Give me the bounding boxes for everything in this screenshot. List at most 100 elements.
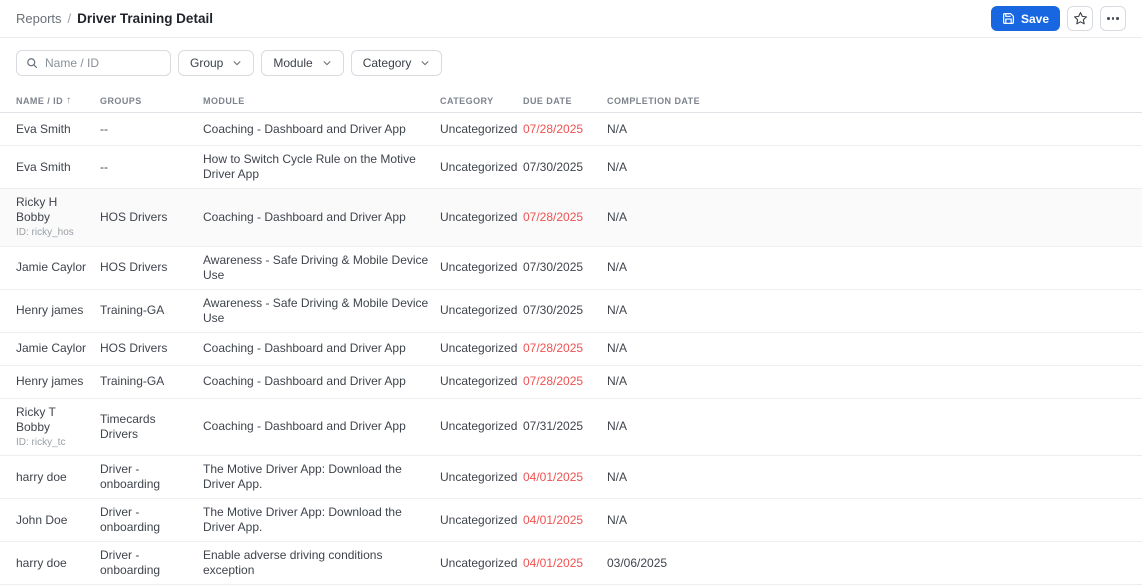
cell-due-date: 04/01/2025 — [523, 507, 607, 534]
save-button[interactable]: Save — [991, 6, 1060, 31]
column-header-label: NAME / ID — [16, 96, 63, 106]
table-row[interactable]: Jamie Caylor HOS DriversAwareness - Safe … — [0, 247, 1142, 290]
cell-name: Jamie Caylor — [16, 335, 100, 362]
cell-module: Coaching - Dashboard and Driver App — [203, 116, 440, 143]
driver-id: ID: ricky_tc — [16, 437, 92, 450]
table-body: Eva Smith--Coaching - Dashboard and Driv… — [0, 113, 1142, 586]
cell-module: The Motive Driver App: Download the Driv… — [203, 499, 440, 541]
column-header-label: CATEGORY — [440, 96, 494, 106]
cell-category: Uncategorized — [440, 368, 523, 395]
sort-ascending-icon[interactable]: ↑ — [66, 95, 71, 106]
cell-completion-date: N/A — [607, 154, 1126, 181]
column-header-due-date[interactable]: DUE DATE — [523, 96, 607, 106]
cell-completion-date: N/A — [607, 507, 1126, 534]
cell-groups: Driver - onboarding — [100, 542, 203, 584]
toolbar-actions: Save — [991, 6, 1126, 31]
column-header-label: COMPLETION DATE — [607, 96, 700, 106]
cell-completion-date: N/A — [607, 204, 1126, 231]
filter-bar: Group Module Category — [0, 38, 1142, 89]
top-bar: Reports / Driver Training Detail Save — [0, 0, 1142, 38]
favorite-star-button[interactable] — [1067, 6, 1093, 31]
table-row[interactable]: Eva Smith --Coaching - Dashboard and Driv… — [0, 113, 1142, 146]
cell-category: Uncategorized — [440, 413, 523, 440]
column-header-label: MODULE — [203, 96, 245, 106]
cell-groups: -- — [100, 116, 203, 143]
cell-module: Awareness - Safe Driving & Mobile Device… — [203, 247, 440, 289]
cell-category: Uncategorized — [440, 297, 523, 324]
breadcrumb-separator: / — [68, 11, 72, 26]
column-header-completion-date[interactable]: COMPLETION DATE — [607, 96, 1126, 106]
cell-due-date: 07/28/2025 — [523, 116, 607, 143]
chevron-down-icon — [322, 58, 332, 68]
cell-category: Uncategorized — [440, 464, 523, 491]
cell-module: Coaching - Dashboard and Driver App — [203, 204, 440, 231]
cell-name: Jamie Caylor — [16, 254, 100, 281]
cell-groups: HOS Drivers — [100, 204, 203, 231]
cell-completion-date: 03/06/2025 — [607, 550, 1126, 577]
cell-name: John Doe — [16, 507, 100, 534]
table-row[interactable]: Ricky T BobbyID: ricky_tcTimecards Drive… — [0, 399, 1142, 457]
cell-due-date: 04/01/2025 — [523, 464, 607, 491]
cell-due-date: 07/30/2025 — [523, 297, 607, 324]
driver-name: Henry james — [16, 374, 92, 389]
table-row[interactable]: Eva Smith--How to Switch Cycle Rule on t… — [0, 146, 1142, 189]
ellipsis-icon — [1107, 17, 1119, 20]
cell-module: Coaching - Dashboard and Driver App — [203, 368, 440, 395]
column-header-groups[interactable]: GROUPS — [100, 96, 203, 106]
cell-groups: HOS Drivers — [100, 335, 203, 362]
driver-name: Eva Smith — [16, 160, 92, 175]
cell-module: Coaching - Dashboard and Driver App — [203, 413, 440, 440]
star-icon — [1073, 11, 1088, 26]
cell-name: Henry james — [16, 368, 100, 395]
driver-name: Jamie Caylor — [16, 260, 92, 275]
search-icon — [26, 57, 38, 69]
table-row[interactable]: Ricky H BobbyID: ricky_hosHOS DriversCoa… — [0, 189, 1142, 247]
column-header-module[interactable]: MODULE — [203, 96, 440, 106]
table-row[interactable]: Jamie CaylorHOS DriversCoaching - Dashbo… — [0, 333, 1142, 366]
more-options-button[interactable] — [1100, 6, 1126, 31]
driver-name: Eva Smith — [16, 122, 92, 137]
cell-name: Ricky H BobbyID: ricky_hos — [16, 189, 100, 246]
table-row[interactable]: Henry jamesTraining-GACoaching - Dashboa… — [0, 366, 1142, 399]
cell-groups: -- — [100, 154, 203, 181]
driver-name: harry doe — [16, 470, 92, 485]
module-filter-label: Module — [273, 56, 312, 70]
cell-groups: HOS Drivers — [100, 254, 203, 281]
cell-name: Eva Smith — [16, 154, 100, 181]
module-filter-dropdown[interactable]: Module — [261, 50, 343, 76]
cell-name: harry doe — [16, 464, 100, 491]
table-header-row: NAME / ID ↑ GROUPS MODULE CATEGORY DUE D… — [0, 89, 1142, 113]
cell-name: Eva Smith — [16, 116, 100, 143]
cell-name: Henry james — [16, 297, 100, 324]
cell-completion-date: N/A — [607, 116, 1126, 143]
cell-module: Enable adverse driving conditions except… — [203, 542, 440, 584]
table-row[interactable]: Henry jamesTraining-GAAwareness - Safe D… — [0, 290, 1142, 333]
cell-module: The Motive Driver App: Download the Driv… — [203, 456, 440, 498]
chevron-down-icon — [420, 58, 430, 68]
cell-category: Uncategorized — [440, 154, 523, 181]
cell-due-date: 07/28/2025 — [523, 368, 607, 395]
search-input[interactable] — [45, 56, 161, 70]
column-header-name-id[interactable]: NAME / ID ↑ — [16, 95, 100, 106]
category-filter-dropdown[interactable]: Category — [351, 50, 443, 76]
breadcrumb-reports-link[interactable]: Reports — [16, 11, 62, 26]
cell-category: Uncategorized — [440, 254, 523, 281]
column-header-category[interactable]: CATEGORY — [440, 96, 523, 106]
driver-name: John Doe — [16, 513, 92, 528]
table-row[interactable]: John Doe Driver - onboardingThe Motive Dr… — [0, 499, 1142, 542]
driver-name: Henry james — [16, 303, 92, 318]
table-row[interactable]: harry doeDriver - onboardingThe Motive D… — [0, 456, 1142, 499]
cell-completion-date: N/A — [607, 254, 1126, 281]
cell-groups: Timecards Drivers — [100, 406, 203, 448]
cell-category: Uncategorized — [440, 204, 523, 231]
cell-groups: Driver - onboarding — [100, 499, 203, 541]
cell-due-date: 07/28/2025 — [523, 335, 607, 362]
table-row[interactable]: harry doeDriver - onboardingEnable adver… — [0, 542, 1142, 585]
column-header-label: GROUPS — [100, 96, 142, 106]
cell-completion-date: N/A — [607, 297, 1126, 324]
group-filter-dropdown[interactable]: Group — [178, 50, 254, 76]
driver-name: Jamie Caylor — [16, 341, 92, 356]
search-box[interactable] — [16, 50, 171, 76]
cell-category: Uncategorized — [440, 550, 523, 577]
group-filter-label: Group — [190, 56, 223, 70]
